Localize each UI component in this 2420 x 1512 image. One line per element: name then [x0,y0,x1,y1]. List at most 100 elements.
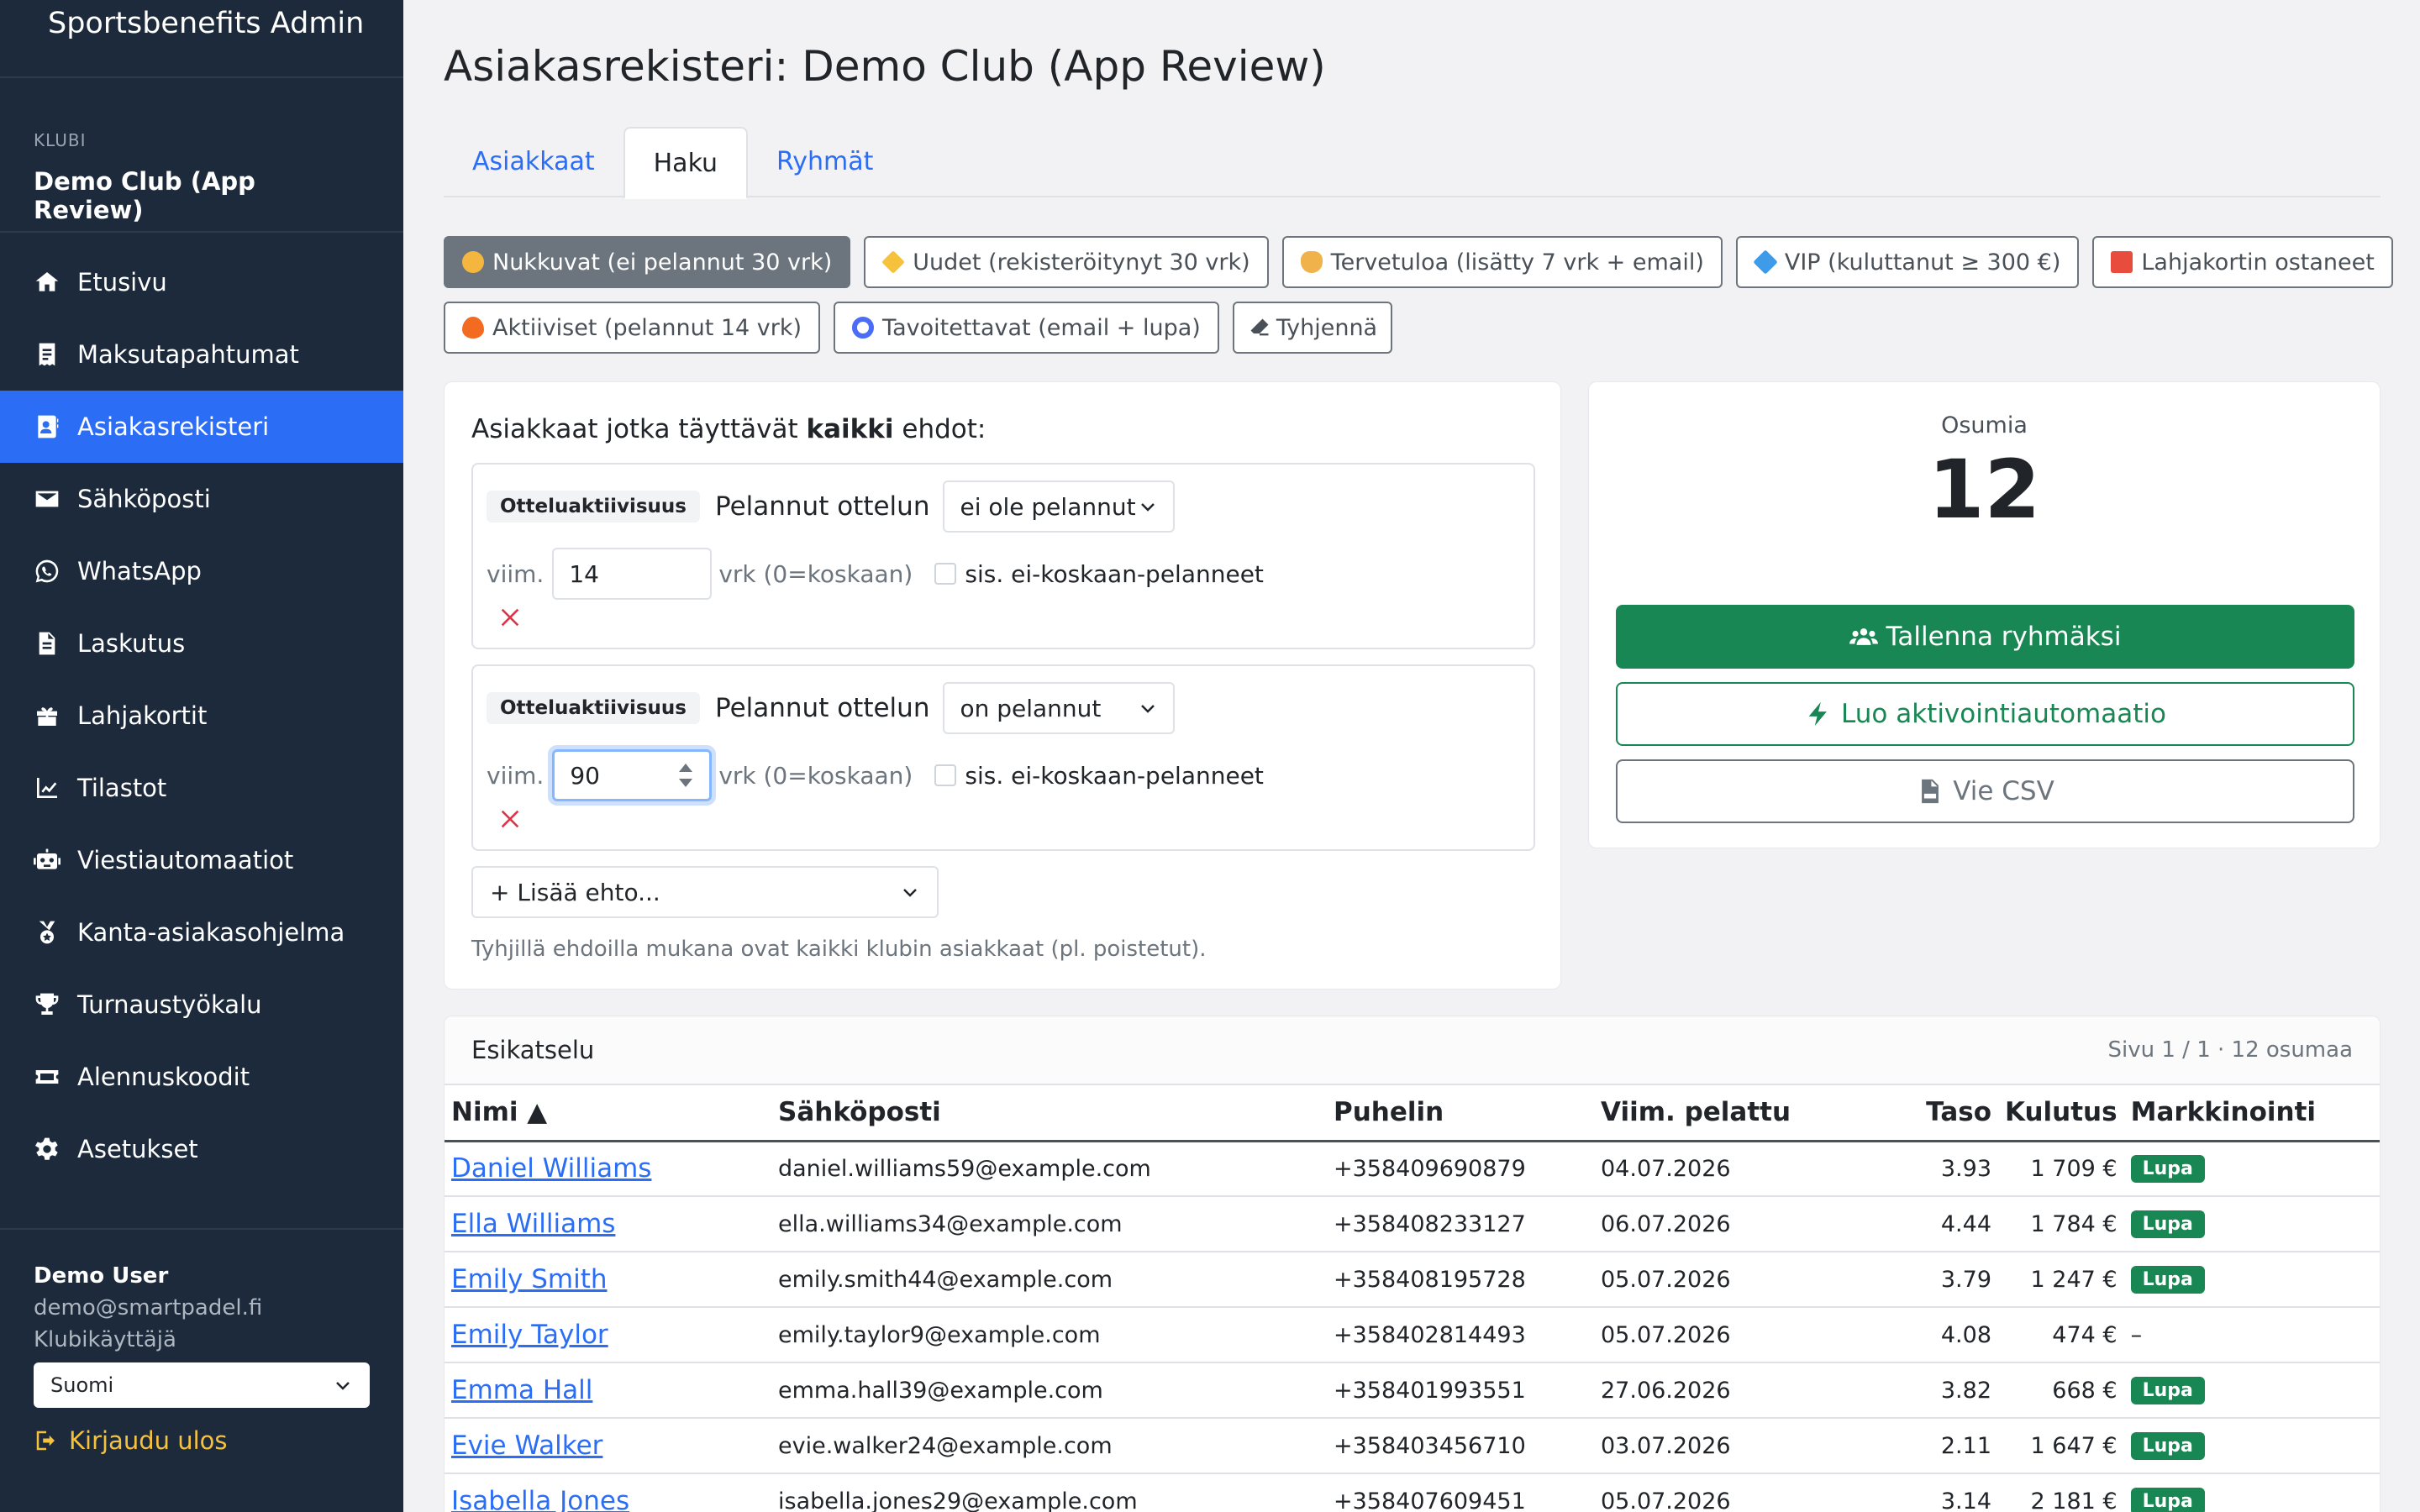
tab-ryhmat[interactable]: Ryhmät [748,127,902,197]
sidebar-item-viestiautomaatiot[interactable]: Viestiautomaatiot [0,824,403,896]
user-email: demo@smartpadel.fi [34,1295,263,1320]
eraser-icon [1250,318,1269,336]
customer-marketing: Lupa [2123,1418,2380,1474]
preset-lahjakortti-button[interactable]: Lahjakortin ostaneet [2092,236,2393,288]
waving-hand-icon [1300,251,1323,273]
column-marketing[interactable]: Markkinointi [2123,1085,2380,1142]
include-never-played-checkbox[interactable] [934,563,957,585]
spinner-arrows-icon[interactable] [677,759,694,792]
match-count-label: Osumia [1941,412,2028,438]
days-input[interactable]: 14 [552,548,713,600]
preset-tervetuloa-button[interactable]: Tervetuloa (lisätty 7 vrk + email) [1281,236,1723,288]
tab-haku[interactable]: Haku [623,127,749,199]
days-input[interactable]: 90 [552,749,713,801]
customer-phone: +358408233127 [1327,1196,1594,1252]
condition-category-badge: Otteluaktiivisuus [487,692,700,724]
remove-condition-icon[interactable] [498,807,522,831]
whatsapp-icon [35,559,59,583]
customer-phone: +358402814493 [1327,1307,1594,1363]
table-row: Emma Hall emma.hall39@example.com +35840… [445,1362,2380,1419]
clear-label: Tyhjennä [1276,314,1378,341]
customer-name-link[interactable]: Ella Williams [445,1196,771,1252]
create-automation-button[interactable]: Luo aktivointiautomaatio [1616,682,2354,746]
sidebar-item-asetukset[interactable]: Asetukset [0,1113,403,1185]
condition-mode-select[interactable]: on pelannut [943,682,1176,734]
column-level[interactable]: Taso [1865,1085,1998,1142]
sidebar-item-alennuskoodit[interactable]: Alennuskoodit [0,1041,403,1113]
page-title: Asiakasrekisteri: Demo Club (App Review) [444,42,1326,91]
customer-phone: +358407609451 [1327,1473,1594,1512]
trophy-icon [35,993,59,1015]
preset-label: Lahjakortin ostaneet [2141,249,2375,276]
preset-aktiiviset-button[interactable]: Aktiiviset (pelannut 14 vrk) [444,302,821,354]
customer-marketing: Lupa [2123,1473,2380,1512]
preview-card: Esikatselu Sivu 1 / 1 · 12 osumaa Nimi ▲… [444,1016,2381,1512]
sidebar-item-label: Viestiautomaatiot [77,846,294,874]
customer-spend: 474 € [1998,1307,2124,1363]
customer-spend: 1 709 € [1998,1141,2124,1197]
customer-spend: 2 181 € [1998,1473,2124,1512]
preset-vip-button[interactable]: VIP (kuluttanut ≥ 300 €) [1735,236,2080,288]
customer-level: 3.79 [1865,1252,1998,1308]
sidebar-item-label: WhatsApp [77,557,202,585]
sidebar-item-maksutapahtumat[interactable]: Maksutapahtumat [0,318,403,391]
home-icon [35,272,59,291]
customer-marketing: Lupa [2123,1362,2380,1419]
preset-nukkuvat-button[interactable]: Nukkuvat (ei pelannut 30 vrk) [444,236,851,288]
customer-name-link[interactable]: Evie Walker [445,1418,771,1474]
column-last-played[interactable]: Viim. pelattu [1594,1085,1865,1142]
customer-email: emily.taylor9@example.com [771,1307,1327,1363]
sidebar-item-label: Turnaustyökalu [77,990,262,1019]
chevron-down-icon [336,1382,350,1390]
sidebar-item-tilastot[interactable]: Tilastot [0,752,403,824]
tab-asiakkaat[interactable]: Asiakkaat [444,127,623,197]
logout-link[interactable]: Kirjaudu ulos [34,1426,370,1455]
column-spend[interactable]: Kulutus [1998,1085,2124,1142]
filter-hint: Tyhjillä ehdoilla mukana ovat kaikki klu… [471,937,1207,962]
condition-mode-select[interactable]: ei ole pelannut [943,480,1176,533]
include-never-played-checkbox[interactable] [934,764,957,786]
gear-icon [35,1137,58,1160]
customer-name-link[interactable]: Emma Hall [445,1362,771,1419]
column-phone[interactable]: Puhelin [1327,1085,1594,1142]
customer-name-link[interactable]: Emily Smith [445,1252,771,1308]
remove-condition-icon[interactable] [498,606,522,629]
sidebar-item-label: Asetukset [77,1135,198,1163]
sidebar-item-etusivu[interactable]: Etusivu [0,246,403,318]
export-csv-label: Vie CSV [1953,776,2054,806]
select-value: ei ole pelannut [960,492,1136,521]
customer-level: 3.93 [1865,1141,1998,1197]
sidebar-item-asiakasrekisteri[interactable]: Asiakasrekisteri [0,391,403,463]
customer-phone: +358408195728 [1327,1252,1594,1308]
preset-tavoitettavat-button[interactable]: Tavoitettavat (email + lupa) [834,302,1219,354]
sidebar-item-whatsapp[interactable]: WhatsApp [0,535,403,607]
club-name: Demo Club (App Review) [34,167,255,224]
users-icon [1849,628,1878,645]
sidebar-item-lahjakortit[interactable]: Lahjakortit [0,680,403,752]
club-info: KLUBI Demo Club (App Review) [0,78,403,233]
preset-label: Aktiiviset (pelannut 14 vrk) [492,314,802,341]
customer-name-link[interactable]: Emily Taylor [445,1307,771,1363]
clear-filters-button[interactable]: Tyhjennä [1232,302,1393,354]
column-email[interactable]: Sähköposti [771,1085,1327,1142]
create-automation-label: Luo aktivointiautomaatio [1841,699,2166,729]
export-csv-button[interactable]: Vie CSV [1616,759,2354,823]
marketing-badge: Lupa [2130,1266,2205,1294]
preset-uudet-button[interactable]: Uudet (rekisteröitynyt 30 vrk) [864,236,1269,288]
save-group-button[interactable]: Tallenna ryhmäksi [1616,605,2354,669]
sidebar-item-laskutus[interactable]: Laskutus [0,607,403,680]
sidebar-item-turnaustyokalu[interactable]: Turnaustyökalu [0,969,403,1041]
language-value: Suomi [50,1373,114,1397]
sidebar-item-sahkoposti[interactable]: Sähköposti [0,463,403,535]
customer-name-link[interactable]: Isabella Jones [445,1473,771,1512]
condition-category-badge: Otteluaktiivisuus [487,491,700,522]
customer-name-link[interactable]: Daniel Williams [445,1141,771,1197]
add-condition-select[interactable]: + Lisää ehto... [471,866,939,918]
language-select[interactable]: Suomi [34,1362,370,1408]
column-name-sortable[interactable]: Nimi ▲ [445,1085,771,1142]
marketing-badge: Lupa [2130,1377,2205,1404]
customer-email: emma.hall39@example.com [771,1362,1327,1419]
sidebar-item-kanta-asiakasohjelma[interactable]: Kanta-asiakasohjelma [0,896,403,969]
lightning-icon [1808,701,1827,727]
preset-label: VIP (kuluttanut ≥ 300 €) [1784,249,2061,276]
